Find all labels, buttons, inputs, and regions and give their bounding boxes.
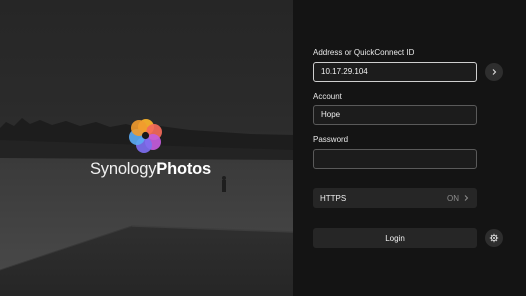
app-name-light: Synology xyxy=(90,160,157,178)
synology-photos-logo-icon xyxy=(126,116,166,156)
password-input[interactable] xyxy=(313,149,477,169)
chevron-right-icon xyxy=(464,195,469,201)
https-status: ON xyxy=(447,193,459,203)
settings-button[interactable] xyxy=(485,229,503,247)
app-name-bold: Photos xyxy=(156,160,211,178)
password-label: Password xyxy=(313,135,349,144)
login-button[interactable]: Login xyxy=(313,228,477,248)
login-panel: Address or QuickConnect ID 10.17.29.104 … xyxy=(293,0,526,296)
chevron-right-icon xyxy=(492,69,497,75)
address-label: Address or QuickConnect ID xyxy=(313,48,415,57)
account-label: Account xyxy=(313,92,342,101)
account-input[interactable]: Hope xyxy=(313,105,477,125)
app-name: SynologyPhotos xyxy=(90,160,211,179)
https-label: HTTPS xyxy=(320,193,347,203)
gear-icon xyxy=(489,233,499,243)
go-button[interactable] xyxy=(485,63,503,81)
address-input[interactable]: 10.17.29.104 xyxy=(313,62,477,82)
https-toggle-row[interactable]: HTTPS ON xyxy=(313,188,477,208)
background-photo: SynologyPhotos xyxy=(0,0,293,296)
brand-block: SynologyPhotos xyxy=(90,116,211,179)
